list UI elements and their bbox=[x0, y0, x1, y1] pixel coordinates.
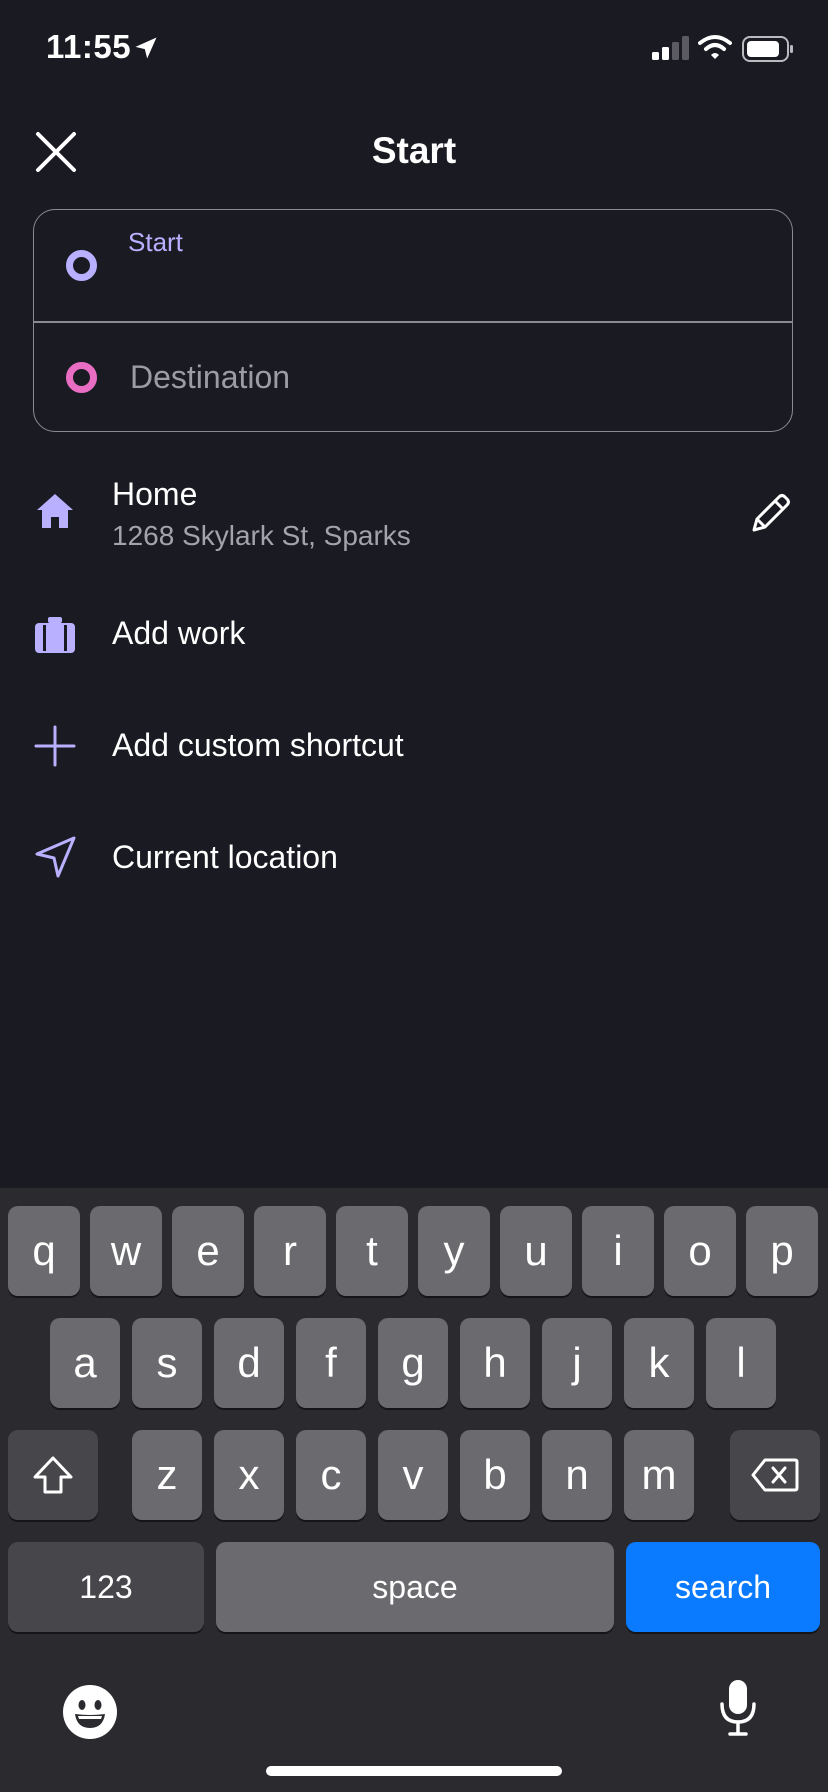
key-d[interactable]: d bbox=[214, 1318, 284, 1408]
key-l[interactable]: l bbox=[706, 1318, 776, 1408]
add-custom-shortcut-label: Add custom shortcut bbox=[112, 727, 404, 763]
destination-dot-icon bbox=[66, 362, 97, 393]
numbers-key[interactable]: 123 bbox=[8, 1542, 204, 1632]
key-i[interactable]: i bbox=[582, 1206, 654, 1296]
key-v[interactable]: v bbox=[378, 1430, 448, 1520]
key-z[interactable]: z bbox=[132, 1430, 202, 1520]
key-h[interactable]: h bbox=[460, 1318, 530, 1408]
key-n[interactable]: n bbox=[542, 1430, 612, 1520]
shift-icon bbox=[33, 1456, 73, 1494]
key-s[interactable]: s bbox=[132, 1318, 202, 1408]
key-w[interactable]: w bbox=[90, 1206, 162, 1296]
dictation-button[interactable] bbox=[718, 1678, 758, 1743]
shortcut-current-location[interactable]: Current location bbox=[0, 829, 828, 889]
key-e[interactable]: e bbox=[172, 1206, 244, 1296]
search-key[interactable]: search bbox=[626, 1542, 820, 1632]
edit-home-button[interactable] bbox=[748, 490, 794, 536]
start-field-label: Start bbox=[128, 227, 183, 257]
microphone-icon bbox=[720, 1680, 756, 1736]
current-location-label: Current location bbox=[112, 839, 338, 875]
backspace-icon bbox=[751, 1458, 799, 1492]
keyboard: q w e r t y u i o p a s d f g h j k l z … bbox=[0, 1188, 828, 1792]
key-o[interactable]: o bbox=[664, 1206, 736, 1296]
key-y[interactable]: y bbox=[418, 1206, 490, 1296]
pencil-icon bbox=[752, 494, 790, 532]
key-u[interactable]: u bbox=[500, 1206, 572, 1296]
delete-key[interactable] bbox=[730, 1430, 820, 1520]
key-a[interactable]: a bbox=[50, 1318, 120, 1408]
shortcut-add-custom[interactable]: Add custom shortcut bbox=[0, 717, 828, 777]
shortcut-add-work[interactable]: Add work bbox=[0, 605, 828, 665]
emoji-button[interactable] bbox=[62, 1684, 118, 1745]
key-b[interactable]: b bbox=[460, 1430, 530, 1520]
home-indicator[interactable] bbox=[266, 1766, 562, 1776]
key-r[interactable]: r bbox=[254, 1206, 326, 1296]
briefcase-icon bbox=[34, 615, 76, 660]
key-x[interactable]: x bbox=[214, 1430, 284, 1520]
battery-icon bbox=[742, 36, 794, 67]
key-c[interactable]: c bbox=[296, 1430, 366, 1520]
page-title: Start bbox=[371, 130, 457, 171]
status-time: 11:55 bbox=[46, 28, 132, 65]
shift-key[interactable] bbox=[8, 1430, 98, 1520]
start-dot-icon bbox=[66, 250, 97, 281]
key-p[interactable]: p bbox=[746, 1206, 818, 1296]
home-icon bbox=[34, 490, 76, 537]
cellular-signal-icon bbox=[652, 36, 690, 65]
add-work-label: Add work bbox=[112, 615, 246, 651]
route-divider bbox=[34, 321, 792, 323]
status-bar: 11:55 bbox=[0, 0, 828, 100]
key-j[interactable]: j bbox=[542, 1318, 612, 1408]
key-g[interactable]: g bbox=[378, 1318, 448, 1408]
home-title: Home bbox=[112, 476, 198, 512]
space-key[interactable]: space bbox=[216, 1542, 614, 1632]
shortcut-home[interactable]: Home 1268 Skylark St, Sparks bbox=[0, 470, 828, 570]
key-q[interactable]: q bbox=[8, 1206, 80, 1296]
emoji-icon bbox=[63, 1685, 117, 1739]
route-input-box: Start bbox=[33, 209, 793, 432]
location-arrow-icon bbox=[132, 34, 160, 67]
start-input[interactable] bbox=[128, 264, 752, 306]
key-k[interactable]: k bbox=[624, 1318, 694, 1408]
destination-input[interactable] bbox=[128, 350, 752, 404]
navigation-arrow-icon bbox=[34, 835, 76, 884]
home-address: 1268 Skylark St, Sparks bbox=[112, 520, 411, 551]
key-t[interactable]: t bbox=[336, 1206, 408, 1296]
key-m[interactable]: m bbox=[624, 1430, 694, 1520]
wifi-icon bbox=[698, 34, 732, 65]
plus-icon bbox=[34, 725, 76, 772]
key-f[interactable]: f bbox=[296, 1318, 366, 1408]
